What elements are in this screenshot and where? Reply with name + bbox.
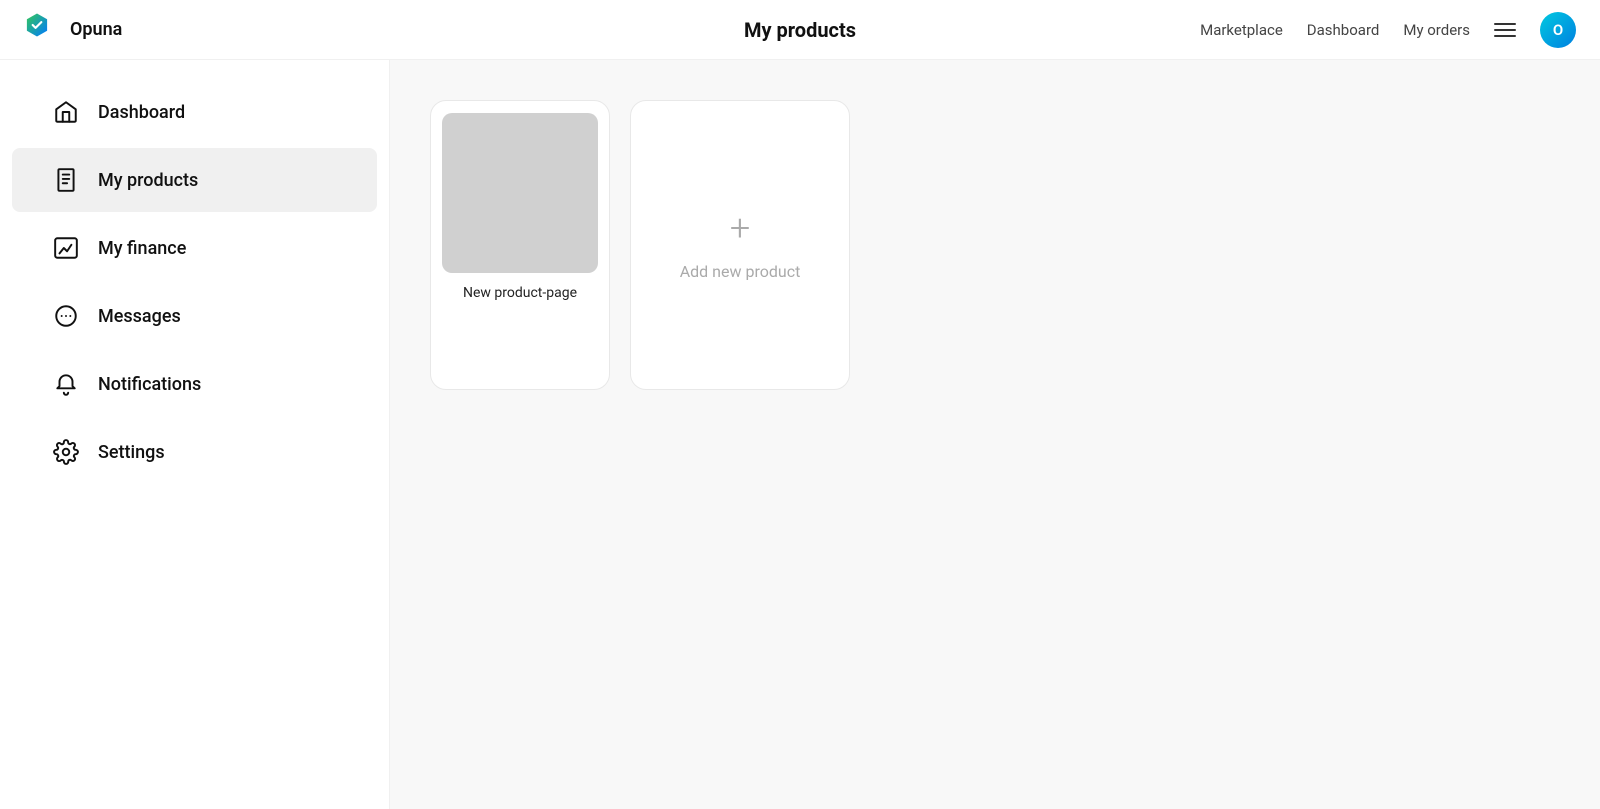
add-product-label: Add new product	[680, 262, 801, 281]
sidebar-item-notifications[interactable]: Notifications	[12, 352, 377, 416]
header-left: Opuna	[24, 12, 122, 48]
sidebar-item-settings[interactable]: Settings	[12, 420, 377, 484]
sidebar-label-notifications: Notifications	[98, 374, 201, 395]
sidebar: Dashboard My products My finance	[0, 60, 390, 809]
sidebar-item-my-products[interactable]: My products	[12, 148, 377, 212]
page-title: My products	[744, 18, 856, 42]
hamburger-menu-icon[interactable]	[1494, 23, 1516, 37]
avatar[interactable]: O	[1540, 12, 1576, 48]
add-product-card[interactable]: + Add new product	[630, 100, 850, 390]
products-grid: New product-page + Add new product	[430, 100, 1560, 390]
logo-icon[interactable]	[24, 12, 60, 48]
avatar-letter: O	[1553, 21, 1563, 39]
nav-marketplace[interactable]: Marketplace	[1200, 21, 1283, 39]
header-right: Marketplace Dashboard My orders O	[1200, 12, 1576, 48]
sidebar-label-settings: Settings	[98, 442, 165, 463]
main-content: New product-page + Add new product	[390, 60, 1600, 809]
header: Opuna My products Marketplace Dashboard …	[0, 0, 1600, 60]
layout: Dashboard My products My finance	[0, 60, 1600, 809]
notifications-icon	[52, 370, 80, 398]
plus-icon: +	[730, 210, 750, 246]
sidebar-item-messages[interactable]: Messages	[12, 284, 377, 348]
sidebar-label-dashboard: Dashboard	[98, 102, 185, 123]
settings-icon	[52, 438, 80, 466]
product-thumbnail	[442, 113, 598, 273]
finance-icon	[52, 234, 80, 262]
product-name: New product-page	[443, 285, 597, 301]
sidebar-item-my-finance[interactable]: My finance	[12, 216, 377, 280]
sidebar-label-messages: Messages	[98, 306, 181, 327]
header-center: My products	[744, 18, 856, 42]
sidebar-label-my-finance: My finance	[98, 238, 186, 259]
sidebar-label-my-products: My products	[98, 170, 198, 191]
nav-dashboard[interactable]: Dashboard	[1307, 21, 1380, 39]
nav-my-orders[interactable]: My orders	[1403, 21, 1470, 39]
products-icon	[52, 166, 80, 194]
home-icon	[52, 98, 80, 126]
sidebar-item-dashboard[interactable]: Dashboard	[12, 80, 377, 144]
messages-icon	[52, 302, 80, 330]
product-card[interactable]: New product-page	[430, 100, 610, 390]
brand-name: Opuna	[70, 19, 122, 40]
